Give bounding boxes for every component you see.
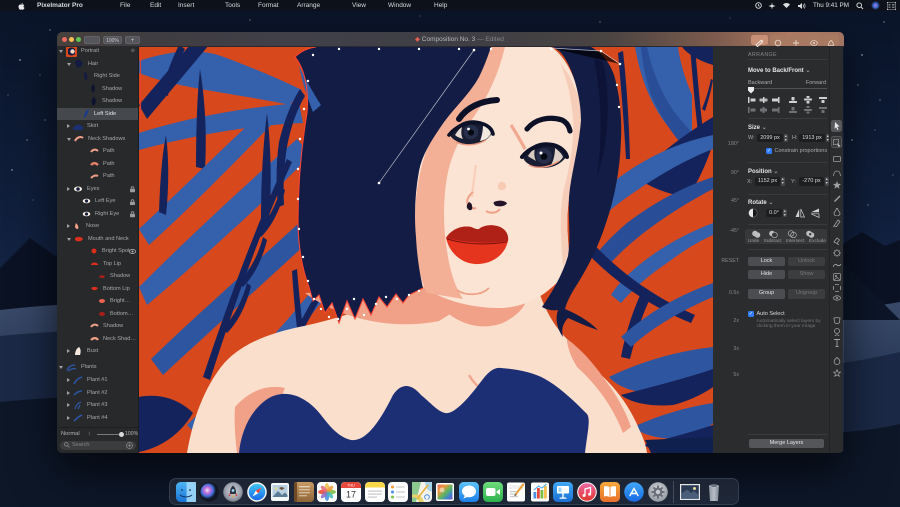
svg-text:THU: THU (347, 483, 355, 487)
svg-text:17: 17 (346, 489, 356, 499)
